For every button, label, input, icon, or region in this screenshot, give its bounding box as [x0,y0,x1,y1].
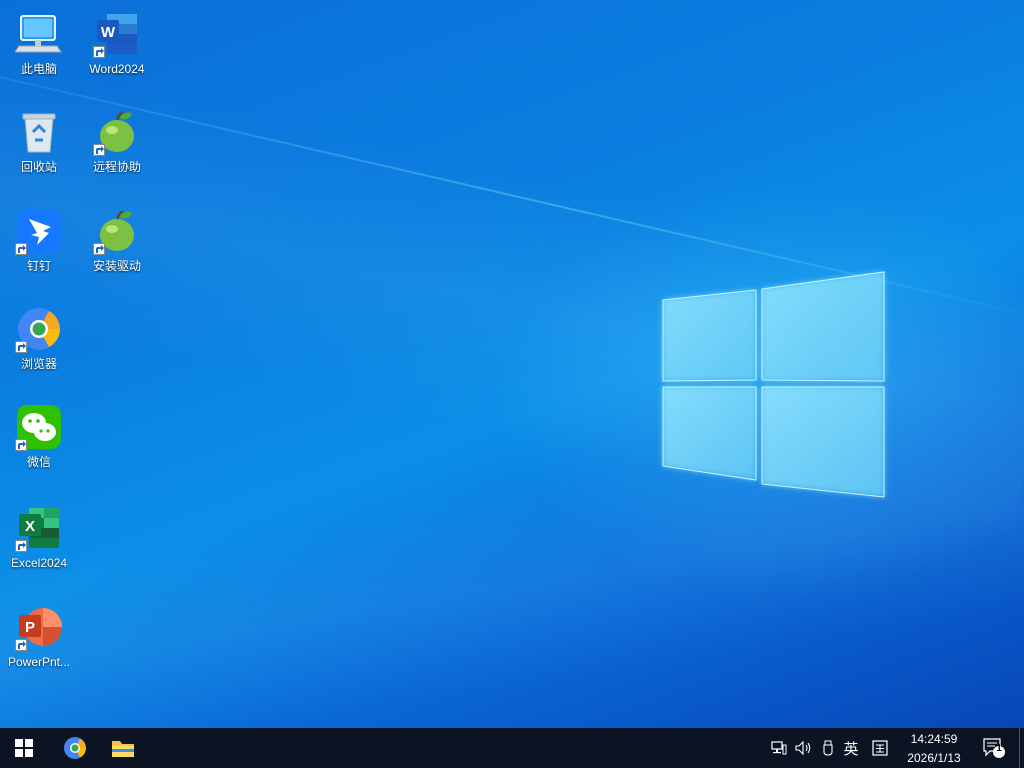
desktop-icon-this-pc[interactable]: 此电脑 [0,4,78,96]
excel-icon: X [15,504,63,552]
ime-mode-indicator[interactable]: 英 [839,728,863,768]
desktop-icon-label: 此电脑 [20,62,57,76]
desktop-icon-recycle-bin[interactable]: 回收站 [0,102,78,194]
desktop-icon-label: 浏览器 [20,357,57,371]
show-desktop-button[interactable] [1019,728,1024,768]
taskbar-file-explorer-button[interactable] [99,728,147,768]
shortcut-arrow-icon [15,540,27,552]
taskbar-browser-button[interactable] [51,728,99,768]
shortcut-arrow-icon [15,341,27,353]
desktop-icon-label: PowerPnt... [7,655,71,669]
desktop: 此电脑 W Word2024 回收站 远程协助 钉钉 安装驱动 浏览器 微信 X… [0,0,1024,728]
desktop-icon-dingtalk[interactable]: 钉钉 [0,201,78,293]
wechat-icon [15,403,63,451]
system-clock[interactable]: 14:24:59 2026/1/13 [896,728,972,768]
desktop-icon-browser[interactable]: 浏览器 [0,299,78,391]
clock-time: 14:24:59 [910,732,958,746]
start-button[interactable] [0,728,48,768]
recycle-bin-icon [15,108,63,156]
word-icon: W [93,10,141,58]
powerpoint-icon: P [15,603,63,651]
desktop-icon-label: 微信 [26,455,51,469]
apple-icon [93,207,141,255]
windows-icon [15,739,33,757]
shortcut-arrow-icon [93,144,105,156]
notification-count-badge: 1 [996,743,1002,754]
shortcut-arrow-icon [15,639,27,651]
browser-icon [15,305,63,353]
svg-text:W: W [101,24,116,41]
desktop-icon-word[interactable]: W Word2024 [78,4,156,96]
desktop-icon-label: 钉钉 [26,259,51,273]
folder-icon [112,741,134,757]
computer-icon [14,10,63,58]
notification-center-button[interactable]: 1 [980,728,1008,768]
desktop-icon-label: 远程协助 [92,160,141,174]
shortcut-arrow-icon [15,243,27,255]
desktop-icon-remote-assist[interactable]: 远程协助 [78,102,156,194]
shortcut-arrow-icon [15,439,27,451]
shortcut-arrow-icon [93,243,105,255]
browser-icon [64,737,86,759]
desktop-icon-wechat[interactable]: 微信 [0,397,78,489]
dingtalk-icon [15,207,63,255]
svg-text:X: X [25,518,35,535]
desktop-icon-label: Word2024 [89,62,145,76]
desktop-icon-label: 回收站 [20,160,57,174]
clock-date: 2026/1/13 [907,751,961,765]
desktop-icon-excel[interactable]: X Excel2024 [0,498,78,590]
usb-device-icon[interactable] [818,728,838,768]
svg-text:P: P [25,619,35,636]
shortcut-arrow-icon [93,46,105,58]
desktop-icon-powerpoint[interactable]: P PowerPnt... [0,597,78,689]
network-icon[interactable] [768,728,790,768]
apple-icon [93,108,141,156]
taskbar: 英 14:24:59 2026/1/13 1 [0,728,1024,768]
ime-options-icon[interactable] [868,728,892,768]
volume-icon[interactable] [793,728,815,768]
desktop-icon-label: Excel2024 [10,556,68,570]
desktop-icon-label: 安装驱动 [92,259,141,273]
desktop-icon-install-drivers[interactable]: 安装驱动 [78,201,156,293]
